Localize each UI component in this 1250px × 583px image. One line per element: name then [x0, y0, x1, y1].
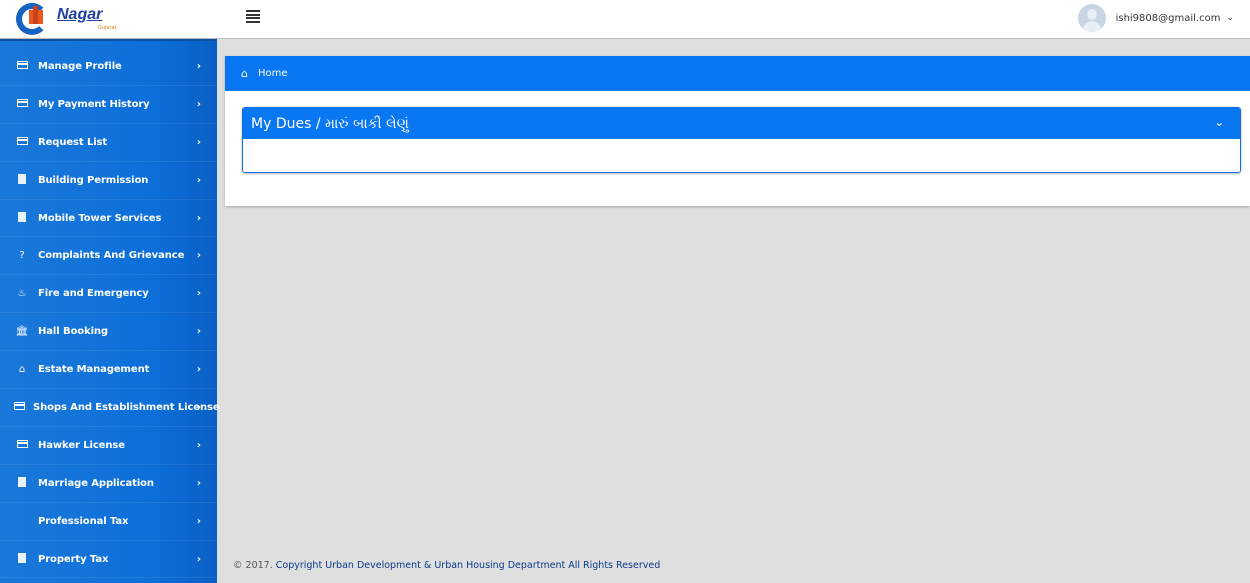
logo-subtext: Gujarat [98, 25, 117, 31]
my-dues-body [243, 139, 1240, 172]
list-card-icon [14, 136, 30, 148]
home-icon: ⌂ [241, 67, 248, 80]
fire-extinguisher-icon: ♨ [17, 288, 27, 300]
chevron-right-icon: › [196, 477, 201, 489]
credit-card-icon [14, 98, 30, 110]
sidebar-item-label: Shops And Establishment License [33, 401, 220, 413]
sidebar-item-complaints[interactable]: ? Complaints And Grievance › [0, 237, 217, 276]
chevron-right-icon: › [196, 98, 201, 110]
chevron-right-icon: › [196, 250, 201, 262]
question-icon: ? [19, 250, 25, 262]
sidebar-item-label: Mobile Tower Services [38, 212, 162, 224]
sidebar-item-request-list[interactable]: Request List › [0, 124, 217, 162]
chevron-right-icon: › [196, 364, 201, 376]
chevron-right-icon: › [196, 515, 201, 527]
breadcrumb: ⌂ Home [225, 56, 1250, 91]
credit-card-icon [14, 401, 25, 413]
sidebar-item-property-tax[interactable]: Property Tax › [0, 541, 217, 579]
top-bar: Nagar Gujarat ishi9808@gmail.com ⌄ [0, 0, 1250, 39]
building-icon [14, 211, 30, 225]
building-icon [14, 173, 30, 187]
sidebar-item-label: Property Tax [38, 553, 109, 565]
sidebar-item-label: Professional Tax [38, 515, 129, 527]
sidebar-item-label: Hall Booking [38, 326, 108, 338]
footer-copyright-link[interactable]: Copyright Urban Development & Urban Hous… [276, 560, 661, 571]
credit-card-icon [14, 60, 30, 72]
sidebar-item-hawker-license[interactable]: Hawker License › [0, 427, 217, 465]
breadcrumb-home-link[interactable]: Home [258, 68, 288, 79]
sidebar-item-label: Marriage Application [38, 477, 154, 489]
sidebar-item-payment-history[interactable]: My Payment History › [0, 86, 217, 124]
chevron-right-icon: › [196, 553, 201, 565]
chevron-right-icon: › [196, 288, 201, 300]
footer: © 2017. Copyright Urban Development & Ur… [233, 560, 660, 571]
user-menu[interactable]: ishi9808@gmail.com ⌄ [1077, 3, 1234, 33]
nagar-logo[interactable]: Nagar Gujarat [16, 2, 117, 36]
sidebar-item-marriage-application[interactable]: Marriage Application › [0, 465, 217, 503]
sidebar-item-building-permission[interactable]: Building Permission › [0, 162, 217, 200]
sidebar-item-professional-tax[interactable]: 👤 Professional Tax › [0, 503, 217, 541]
my-dues-title: My Dues / મારું બાકી લેણું [251, 115, 409, 132]
chevron-right-icon: › [196, 401, 201, 413]
sidebar-item-label: Complaints And Grievance [38, 250, 185, 262]
chevron-down-icon: ⌄ [1226, 13, 1234, 23]
sidebar-item-label: Hawker License [38, 439, 125, 451]
sidebar-item-estate-management[interactable]: ⌂ Estate Management › [0, 351, 217, 390]
sidebar-item-manage-profile[interactable]: Manage Profile › [0, 48, 217, 86]
chevron-right-icon: › [196, 212, 201, 224]
user-icon: 👤 [15, 515, 29, 527]
avatar [1077, 4, 1106, 32]
sidebar-item-shops-license[interactable]: Shops And Establishment License › [0, 389, 220, 427]
chevron-right-icon: › [196, 174, 201, 186]
logo-text: Nagar [57, 6, 103, 23]
sidebar-item-hall-booking[interactable]: 🏛 Hall Booking › [0, 313, 217, 352]
chevron-right-icon: › [196, 439, 201, 451]
chevron-right-icon: › [196, 136, 201, 148]
bank-icon: 🏛 [15, 326, 29, 338]
sidebar-item-fire-emergency[interactable]: ♨ Fire and Emergency › [0, 275, 217, 314]
chevron-down-icon[interactable]: ⌄ [1215, 116, 1224, 129]
credit-card-icon [14, 439, 30, 451]
sidebar-item-label: Fire and Emergency [38, 288, 149, 300]
chevron-right-icon: › [196, 326, 201, 338]
building-icon [14, 552, 30, 566]
home-icon: ⌂ [18, 364, 26, 376]
hamburger-icon[interactable] [246, 10, 260, 23]
user-email: ishi9808@gmail.com [1115, 12, 1221, 24]
building-icon [14, 476, 30, 490]
sidebar-item-label: Building Permission [38, 174, 149, 186]
sidebar-item-label: Manage Profile [38, 60, 122, 72]
my-dues-header[interactable]: My Dues / મારું બાકી લેણું ⌄ [243, 108, 1240, 139]
main-panel: ⌂ Home My Dues / મારું બાકી લેણું ⌄ [225, 56, 1250, 206]
my-dues-panel: My Dues / મારું બાકી લેણું ⌄ [242, 107, 1241, 173]
logo-tower-icon [33, 6, 38, 24]
sidebar-item-label: Estate Management [38, 364, 150, 376]
sidebar-item-mobile-tower[interactable]: Mobile Tower Services › [0, 200, 217, 238]
sidebar-item-label: Request List [38, 136, 108, 148]
sidebar: Manage Profile › My Payment History › Requ… [0, 39, 220, 583]
chevron-right-icon: › [196, 60, 201, 72]
sidebar-item-label: My Payment History [38, 98, 150, 110]
footer-copyright-year: © 2017. [233, 560, 273, 571]
